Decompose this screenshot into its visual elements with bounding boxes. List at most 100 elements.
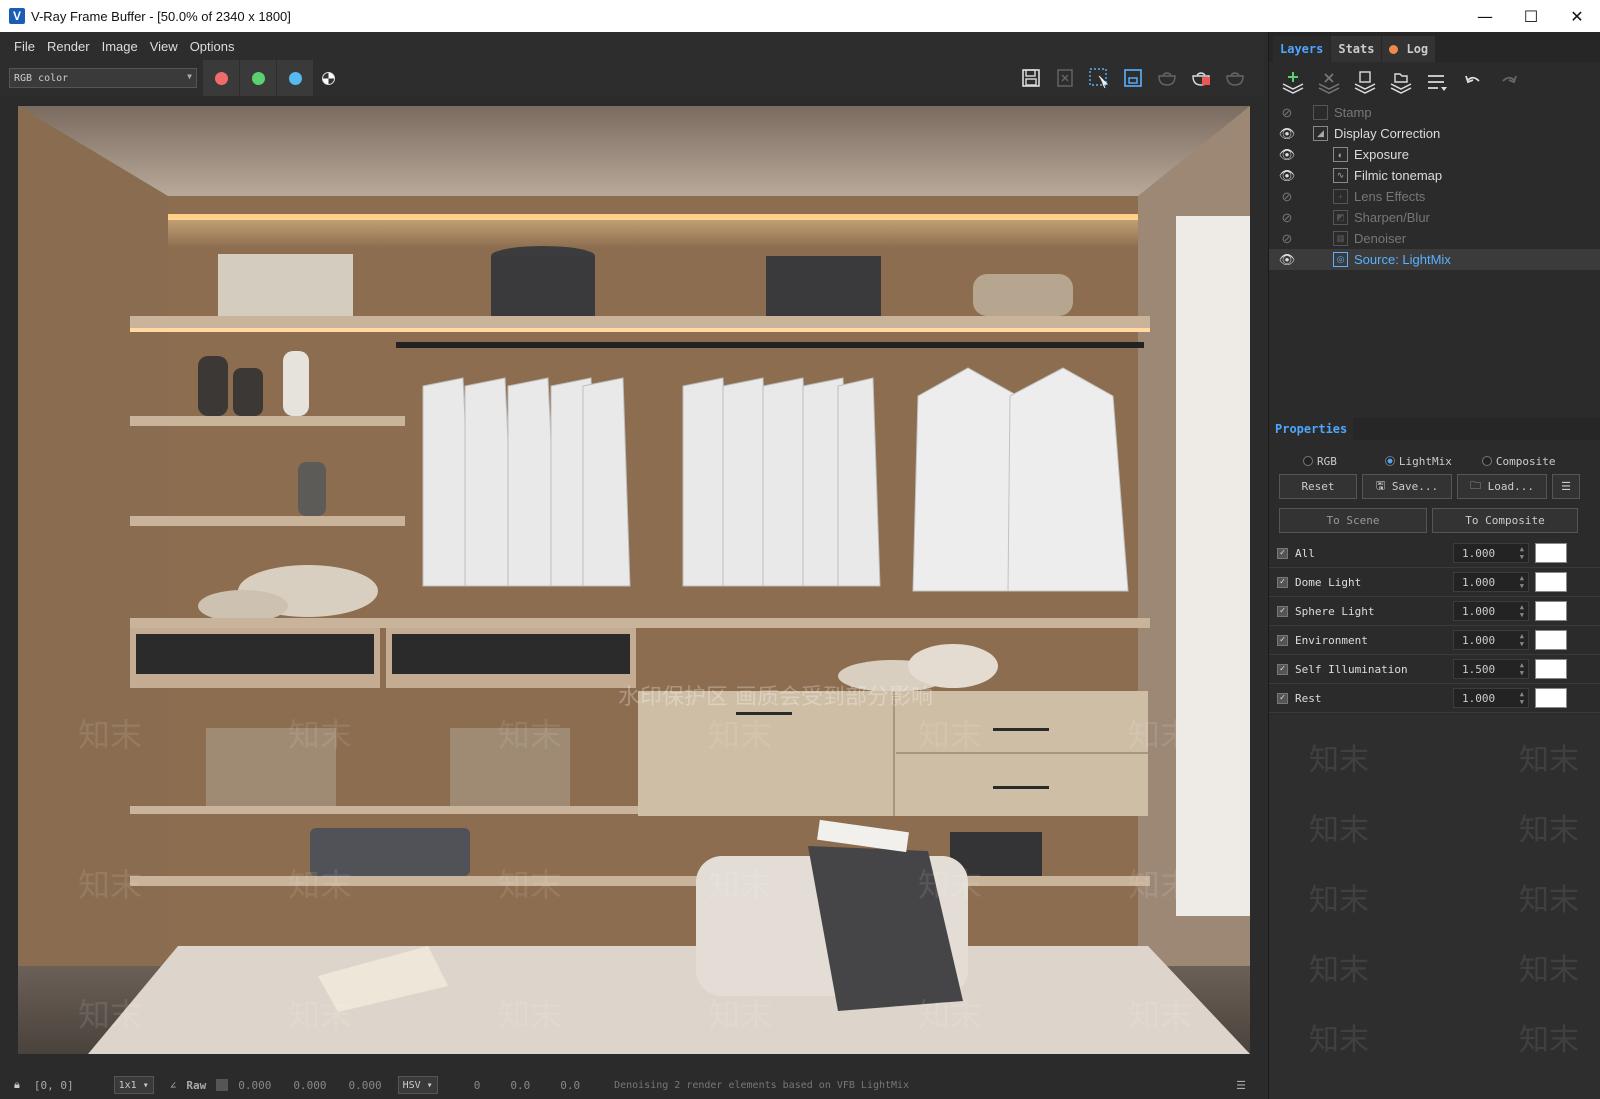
mono-channel-button[interactable]: [313, 60, 343, 96]
eye-icon[interactable]: 👁︎: [1275, 147, 1299, 163]
menu-file[interactable]: File: [14, 39, 35, 54]
eye-icon[interactable]: 👁︎: [1275, 168, 1299, 184]
checkbox[interactable]: ✓: [1277, 692, 1288, 704]
light-color-swatch[interactable]: [1535, 601, 1567, 621]
tab-layers[interactable]: Layers: [1273, 36, 1331, 62]
add-layer-button[interactable]: [1275, 65, 1311, 99]
layer-presets-button[interactable]: [1419, 65, 1455, 99]
red-channel-button[interactable]: [203, 60, 239, 96]
delete-layer-button[interactable]: [1311, 65, 1347, 99]
checkbox[interactable]: ✓: [1277, 634, 1288, 646]
track-mouse-button[interactable]: [1116, 60, 1150, 96]
layer-row[interactable]: 👁︎ ◢ Display Correction: [1269, 123, 1600, 144]
intensity-spinner[interactable]: 1.000 ▲ ▼: [1453, 688, 1529, 708]
load-preset-button[interactable]: 🗀︎ Load...: [1457, 474, 1547, 499]
undo-button[interactable]: [1455, 65, 1491, 99]
stop-render-button[interactable]: [1184, 60, 1218, 96]
menu-options[interactable]: Options: [190, 39, 235, 54]
save-preset-button[interactable]: 🖫︎ Save...: [1362, 474, 1452, 499]
menu-render[interactable]: Render: [47, 39, 90, 54]
zoom-select[interactable]: 1x1 ▾: [113, 1076, 154, 1094]
load-layers-button[interactable]: [1383, 65, 1419, 99]
close-button[interactable]: ✕: [1554, 0, 1600, 32]
spinner-arrows-icon[interactable]: ▲ ▼: [1520, 661, 1524, 677]
save-image-button[interactable]: [1014, 60, 1048, 96]
intensity-spinner[interactable]: 1.000 ▲ ▼: [1453, 543, 1529, 563]
spinner-arrows-icon[interactable]: ▲ ▼: [1520, 632, 1524, 648]
intensity-value: 1.000: [1462, 604, 1496, 618]
light-color-swatch[interactable]: [1535, 543, 1567, 563]
redo-button[interactable]: [1491, 65, 1527, 99]
checkbox[interactable]: ✓: [1277, 605, 1288, 617]
layer-row[interactable]: ⊘ ◩ Sharpen/Blur: [1269, 207, 1600, 228]
render-last-button[interactable]: [1150, 60, 1184, 96]
intensity-spinner[interactable]: 1.000 ▲ ▼: [1453, 572, 1529, 592]
layer-row[interactable]: 👁︎ ◎ Source: LightMix: [1269, 249, 1600, 270]
green-channel-button[interactable]: [240, 60, 276, 96]
intensity-spinner[interactable]: 1.000 ▲ ▼: [1453, 630, 1529, 650]
log-alert-icon: [1389, 44, 1399, 54]
mode-composite-radio[interactable]: Composite: [1481, 455, 1555, 468]
visibility-off-icon[interactable]: ⊘: [1275, 231, 1299, 247]
layer-row[interactable]: ⊘ + Lens Effects: [1269, 186, 1600, 207]
spinner-arrows-icon[interactable]: ▲ ▼: [1520, 545, 1524, 561]
blue-channel-button[interactable]: [277, 60, 313, 96]
layer-row[interactable]: ⊘ ▦ Denoiser: [1269, 228, 1600, 249]
color-mode-select[interactable]: HSV ▾: [397, 1076, 438, 1094]
spinner-arrows-icon[interactable]: ▲ ▼: [1520, 690, 1524, 706]
denoiser-icon: ▦: [1333, 231, 1348, 246]
layer-row[interactable]: 👁︎ ∿ Filmic tonemap: [1269, 165, 1600, 186]
spinner-arrows-icon[interactable]: ▲ ▼: [1520, 603, 1524, 619]
mode-lightmix-radio[interactable]: LightMix: [1384, 455, 1452, 468]
visibility-off-icon[interactable]: ⊘: [1275, 210, 1299, 226]
layer-row[interactable]: 👁︎ ◐ Exposure: [1269, 144, 1600, 165]
spinner-arrows-icon[interactable]: ▲ ▼: [1520, 574, 1524, 590]
light-color-swatch[interactable]: [1535, 659, 1567, 679]
watermark-mark: 知末: [78, 996, 142, 1034]
region-render-button[interactable]: [1082, 60, 1116, 96]
lightmix-list: ✓ All 1.000 ▲ ▼ ✓ Dome Light 1.000 ▲ ▼ ✓ Sph…: [1269, 539, 1600, 713]
save-preset-label: Save...: [1391, 480, 1439, 493]
menu-image[interactable]: Image: [102, 39, 138, 54]
watermark-mark: 知末: [78, 866, 142, 904]
save-layers-button[interactable]: [1347, 65, 1383, 99]
visibility-off-icon[interactable]: ⊘: [1275, 189, 1299, 205]
clear-image-button[interactable]: [1048, 60, 1082, 96]
layers-tree: ⊘ Stamp 👁︎ ◢ Display Correction 👁︎ ◐ Exp…: [1269, 102, 1600, 483]
stamp-layer-icon: [1313, 105, 1328, 120]
render-interactive-button[interactable]: [1218, 60, 1252, 96]
eye-icon[interactable]: 👁︎: [1275, 252, 1299, 268]
light-color-swatch[interactable]: [1535, 688, 1567, 708]
right-panel: Layers Stats Log ⊘ Stamp 👁︎ ◢ Display Co…: [1268, 32, 1600, 1099]
light-color-swatch[interactable]: [1535, 572, 1567, 592]
mode-rgb-radio[interactable]: RGB: [1303, 455, 1337, 468]
to-scene-button[interactable]: To Scene: [1279, 508, 1427, 533]
reset-button[interactable]: Reset: [1279, 474, 1357, 499]
lightmix-menu-button[interactable]: ☰: [1552, 474, 1580, 499]
menu-view[interactable]: View: [150, 39, 178, 54]
tab-stats[interactable]: Stats: [1331, 36, 1382, 62]
minimize-button[interactable]: —: [1462, 0, 1508, 32]
to-composite-button[interactable]: To Composite: [1432, 508, 1578, 533]
v-value: 0.0: [560, 1078, 581, 1092]
layer-name: Stamp: [1334, 105, 1372, 120]
checkbox[interactable]: ✓: [1277, 576, 1288, 588]
channel-select[interactable]: RGB color ▼: [9, 68, 197, 88]
lock-icon[interactable]: 🔒︎: [14, 1078, 20, 1092]
render-view[interactable]: 水印保护区 画质会受到部分影响 知末 知末 知末 知末 知末 知末 知末 知末 …: [0, 96, 1264, 1071]
tab-log[interactable]: Log: [1382, 36, 1436, 62]
light-color-swatch[interactable]: [1535, 630, 1567, 650]
layer-row[interactable]: ⊘ Stamp: [1269, 102, 1600, 123]
intensity-spinner[interactable]: 1.000 ▲ ▼: [1453, 601, 1529, 621]
rendered-image[interactable]: 水印保护区 画质会受到部分影响 知末 知末 知末 知末 知末 知末 知末 知末 …: [18, 106, 1250, 1054]
eye-icon[interactable]: 👁︎: [1275, 126, 1299, 142]
visibility-off-icon[interactable]: ⊘: [1275, 105, 1299, 121]
checkbox[interactable]: ✓: [1277, 547, 1288, 559]
panel-toggle-icon[interactable]: ☰: [1236, 1079, 1246, 1092]
color-picker-icon[interactable]: ∠: [170, 1079, 177, 1092]
maximize-button[interactable]: ☐: [1508, 0, 1554, 32]
layer-name: Display Correction: [1334, 126, 1441, 141]
intensity-spinner[interactable]: 1.500 ▲ ▼: [1453, 659, 1529, 679]
watermark-mark: 知末: [498, 996, 562, 1034]
checkbox[interactable]: ✓: [1277, 663, 1288, 675]
